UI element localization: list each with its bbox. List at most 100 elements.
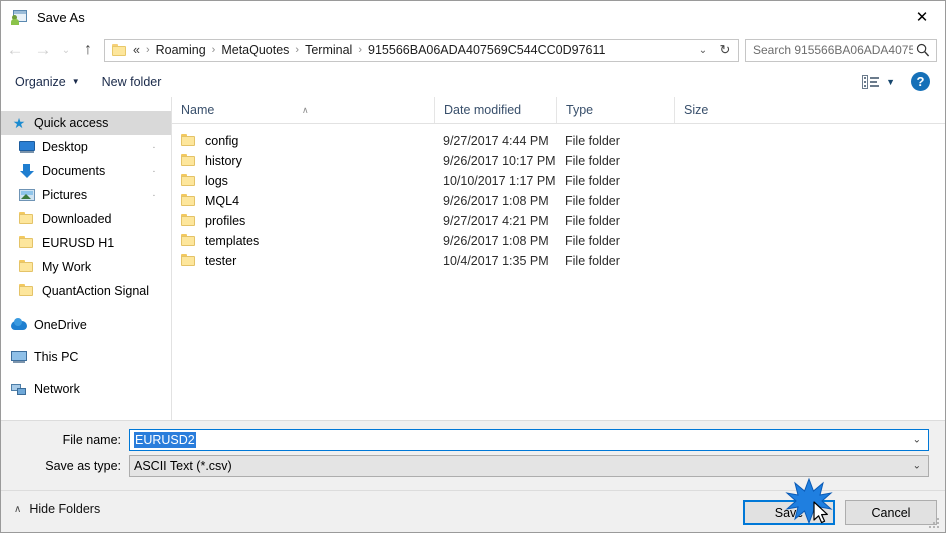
column-header-label: Size [684,103,709,117]
file-name-cell: MQL4 [172,193,434,209]
breadcrumb-item-metaquotes[interactable]: MetaQuotes [218,43,292,57]
file-name-input[interactable]: EURUSD2 ⌄ [129,429,929,451]
sidebar-item-label: EURUSD H1 [42,236,115,250]
address-bar: ← → ⌄ ↑ « › Roaming › MetaQuotes › Termi… [1,34,945,66]
table-row[interactable]: history 9/26/2017 10:17 PM File folder [172,151,945,171]
breadcrumb-item-terminal[interactable]: Terminal [302,43,355,57]
table-row[interactable]: templates 9/26/2017 1:08 PM File folder [172,231,945,251]
folder-icon [19,235,35,251]
sidebar-item-quick-access[interactable]: ★ Quick access [1,111,171,135]
column-header-type[interactable]: Type [556,97,674,123]
recent-locations-button[interactable]: ⌄ [57,37,75,63]
save-as-dialog: Save As ✕ ← → ⌄ ↑ « › Roaming › MetaQuot… [0,0,946,533]
hide-folders-label: Hide Folders [29,502,101,516]
file-type-cell: File folder [565,254,620,268]
help-button[interactable]: ? [911,72,930,91]
documents-icon [19,163,35,179]
this-pc-icon [11,349,27,365]
save-as-window-icon [11,9,28,26]
file-date-cell: 9/27/2017 4:21 PM [443,214,549,228]
file-type-cell: File folder [565,154,620,168]
pictures-icon [19,187,35,203]
sidebar-item-label: QuantAction Signal [42,284,150,298]
sidebar-item-network[interactable]: Network [1,377,171,401]
column-header-date-modified[interactable]: Date modified [434,97,556,123]
chevron-down-icon[interactable]: ⌄ [694,40,712,61]
file-name-cell: templates [172,233,434,249]
pin-icon[interactable]: ᐧ [148,190,159,201]
breadcrumb-item-roaming[interactable]: Roaming [153,43,209,57]
file-name-label: config [205,134,239,148]
organize-button[interactable]: Organize ▼ [7,72,88,92]
folder-icon [112,44,127,56]
hide-folders-button[interactable]: ∧ Hide Folders [14,502,100,516]
forward-button[interactable]: → [29,37,57,63]
sidebar-item-pictures[interactable]: Pictures ᐧ [1,183,171,207]
sidebar-item-label: My Work [42,260,92,274]
sidebar-item-my-work[interactable]: My Work [1,255,171,279]
table-row[interactable]: profiles 9/27/2017 4:21 PM File folder [172,211,945,231]
folder-icon [19,283,35,299]
pin-icon[interactable]: ᐧ [148,142,159,153]
new-folder-button[interactable]: New folder [94,72,170,92]
cancel-button[interactable]: Cancel [845,500,937,525]
chevron-up-icon: ∧ [14,503,22,515]
list-view-icon[interactable] [862,74,880,89]
file-date-cell: 9/27/2017 4:44 PM [443,134,549,148]
file-date-cell: 9/26/2017 1:08 PM [443,194,549,208]
network-icon [11,381,27,397]
table-row[interactable]: MQL4 9/26/2017 1:08 PM File folder [172,191,945,211]
close-icon[interactable]: ✕ [899,1,945,33]
folder-icon [19,259,35,275]
sidebar-item-eurusd-h1[interactable]: EURUSD H1 [1,231,171,255]
sidebar-item-desktop[interactable]: Desktop ᐧ [1,135,171,159]
command-toolbar: Organize ▼ New folder ▼ ? [1,66,945,98]
sidebar-item-documents[interactable]: Documents ᐧ [1,159,171,183]
sidebar-item-onedrive[interactable]: OneDrive [1,313,171,337]
breadcrumb-separator: › [358,44,363,56]
file-name-cell: config [172,133,434,149]
breadcrumb[interactable]: « › Roaming › MetaQuotes › Terminal › 91… [104,38,739,62]
breadcrumb-separator: › [145,44,150,56]
sidebar-item-label: Downloaded [42,212,112,226]
folder-icon [181,133,197,149]
pin-icon[interactable]: ᐧ [148,166,159,177]
sidebar-item-downloaded[interactable]: Downloaded [1,207,171,231]
file-type-cell: File folder [565,234,620,248]
file-type-cell: File folder [565,214,620,228]
search-input[interactable]: Search 915566BA06ADA40756... [745,38,937,62]
sidebar-item-label: Desktop [42,140,88,154]
save-as-type-select[interactable]: ASCII Text (*.csv) ⌄ [129,455,929,477]
back-button[interactable]: ← [1,37,29,63]
chevron-down-icon[interactable]: ⌄ [913,461,921,472]
file-date-cell: 9/26/2017 1:08 PM [443,234,549,248]
chevron-down-icon[interactable]: ▼ [886,77,895,87]
search-icon [916,43,930,56]
save-form: File name: EURUSD2 ⌄ Save as type: ASCII… [1,420,945,491]
file-type-cell: File folder [565,134,620,148]
sidebar-item-quantaction-signal[interactable]: QuantAction Signal [1,279,171,303]
refresh-icon[interactable]: ↻ [714,40,736,61]
table-row[interactable]: config 9/27/2017 4:44 PM File folder [172,131,945,151]
breadcrumb-item-instance[interactable]: 915566BA06ADA407569C544CC0D97611 [365,43,608,57]
breadcrumb-overflow[interactable]: « [127,43,143,57]
file-name-label: templates [205,234,260,248]
navigation-pane: ★ Quick access Desktop ᐧ Documents ᐧ Pic… [1,97,171,420]
column-headers: Name ∧ Date modified Type Size [172,97,945,124]
file-name-value: EURUSD2 [134,432,196,448]
file-name-cell: tester [172,253,434,269]
save-button[interactable]: Save [743,500,835,525]
breadcrumb-separator: › [295,44,300,56]
file-date-cell: 10/4/2017 1:35 PM [443,254,549,268]
window-title: Save As [37,10,85,25]
table-row[interactable]: tester 10/4/2017 1:35 PM File folder [172,251,945,271]
sidebar-item-this-pc[interactable]: This PC [1,345,171,369]
table-row[interactable]: logs 10/10/2017 1:17 PM File folder [172,171,945,191]
up-button[interactable]: ↑ [75,37,101,63]
column-header-name[interactable]: Name ∧ [172,97,434,123]
resize-grip[interactable] [929,518,941,530]
file-name-cell: history [172,153,434,169]
column-header-size[interactable]: Size [674,97,754,123]
file-name-label: logs [205,174,228,188]
chevron-down-icon[interactable]: ⌄ [913,435,921,446]
